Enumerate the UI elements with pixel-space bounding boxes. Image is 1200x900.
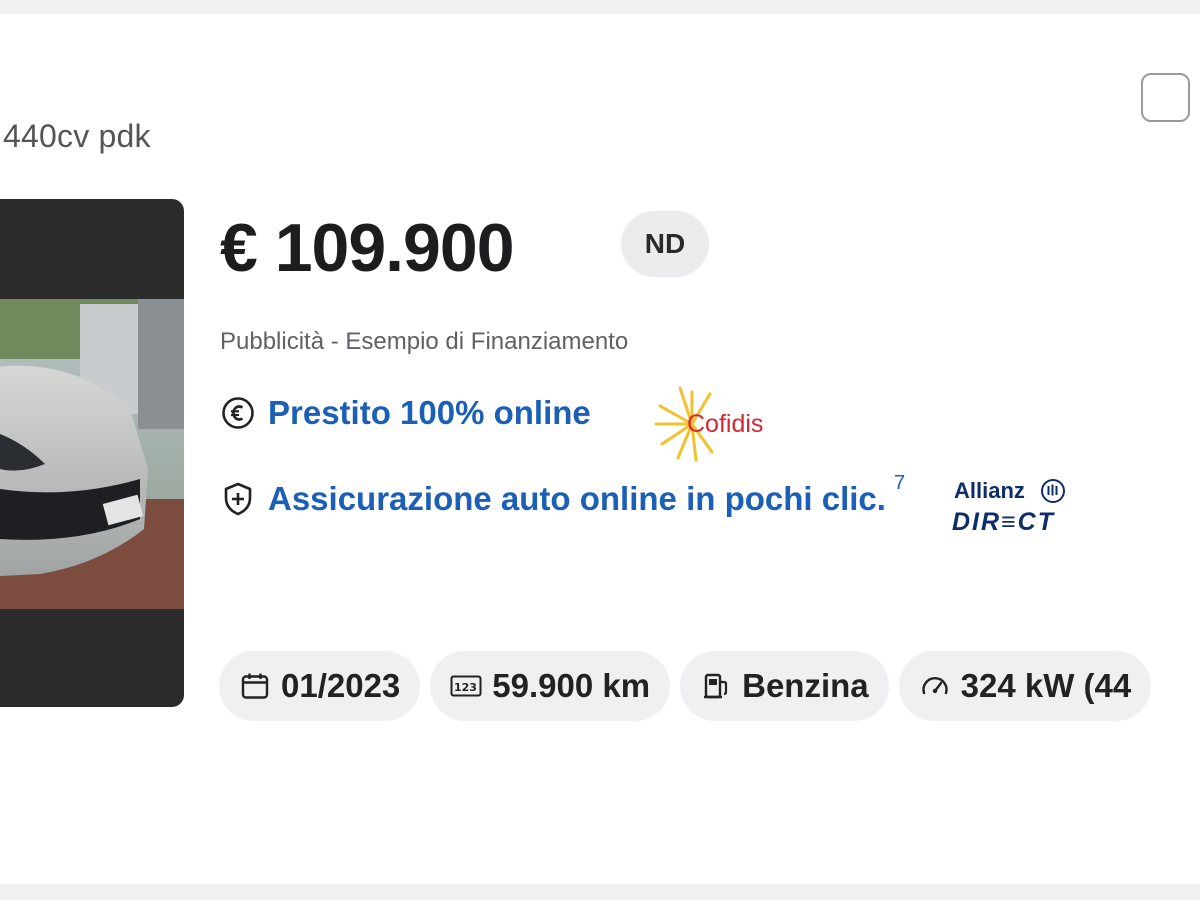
spec-value: 59.900 km — [492, 667, 651, 704]
insurance-offer-link[interactable]: Assicurazione auto online in pochi clic. — [268, 480, 886, 518]
fuel-pump-icon — [700, 670, 732, 702]
insurance-offer-row[interactable]: Assicurazione auto online in pochi clic.… — [220, 469, 905, 529]
direct-wordmark: DIR≡CT — [952, 508, 1055, 536]
odometer-icon: 123 — [450, 670, 482, 702]
footnote-marker[interactable]: 7 — [894, 472, 905, 495]
loan-offer-row[interactable]: Prestito 100% online — [220, 388, 591, 438]
listing-title[interactable]: 440cv pdk — [3, 118, 151, 155]
spec-value: Benzina — [742, 667, 869, 704]
svg-text:123: 123 — [454, 681, 477, 694]
allianz-wordmark: Allianz — [954, 478, 1025, 503]
speedometer-icon — [919, 670, 951, 702]
compare-checkbox[interactable] — [1141, 73, 1190, 122]
price-rating-badge[interactable]: ND — [621, 211, 709, 277]
cofidis-wordmark: Cofidis — [687, 410, 764, 438]
spec-value: 324 kW (44 — [960, 667, 1132, 704]
spec-mileage[interactable]: 123 59.900 km — [430, 651, 671, 721]
allianz-direct-logo[interactable]: Allianz DIR≡CT — [952, 476, 1072, 540]
listing-card[interactable]: 440cv pdk € 109.900 ND Pubblicità - Esem… — [0, 14, 1200, 884]
spec-registration-date[interactable]: 01/2023 — [219, 651, 421, 721]
calendar-icon — [239, 670, 271, 702]
car-photo-image — [0, 299, 184, 609]
euro-circle-icon — [220, 395, 256, 431]
price: € 109.900 — [220, 210, 515, 286]
spec-value: 01/2023 — [281, 667, 401, 704]
allianz-eagle-icon — [1041, 479, 1065, 503]
spec-pills: 01/2023 123 59.900 km Benzina 324 kW (44 — [219, 651, 1152, 721]
financing-ad-label: Pubblicità - Esempio di Finanziamento — [220, 328, 629, 355]
spec-fuel[interactable]: Benzina — [680, 651, 889, 721]
loan-offer-link[interactable]: Prestito 100% online — [268, 394, 591, 432]
listing-photo[interactable] — [0, 199, 184, 707]
spec-power[interactable]: 324 kW (44 — [898, 651, 1152, 721]
cofidis-logo[interactable]: Cofidis — [652, 384, 782, 464]
shield-plus-icon — [220, 481, 256, 517]
